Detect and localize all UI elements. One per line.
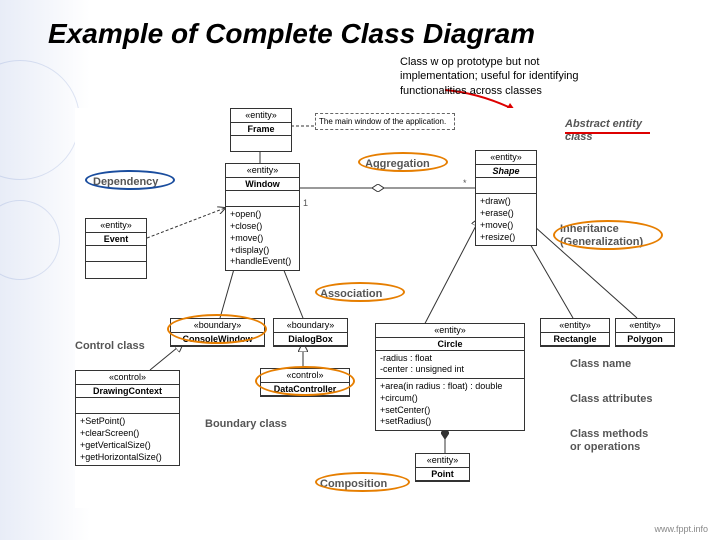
stereotype: «entity»	[416, 454, 469, 468]
stereotype: «entity»	[541, 319, 609, 333]
class-name: Polygon	[616, 333, 674, 346]
note-line: implementation; useful for identifying	[400, 70, 579, 82]
highlight-oval	[358, 152, 448, 172]
highlight-oval	[167, 314, 267, 344]
empty-section	[86, 262, 146, 278]
label-classname: Class name	[570, 358, 631, 370]
stereotype: «control»	[76, 371, 179, 385]
class-rectangle: «entity» Rectangle	[540, 318, 610, 347]
empty-section	[476, 178, 536, 195]
stereotype: «entity»	[616, 319, 674, 333]
highlight-oval	[255, 366, 355, 396]
operations: +draw() +erase() +move() +resize()	[476, 194, 536, 245]
footer-url: www.fppt.info	[654, 524, 708, 534]
stereotype: «entity»	[86, 219, 146, 233]
operations: +area(in radius : float) : double +circu…	[376, 379, 524, 430]
class-circle: «entity» Circle -radius : float -center …	[375, 323, 525, 431]
class-polygon: «entity» Polygon	[615, 318, 675, 347]
highlight-oval	[315, 282, 405, 302]
class-point: «entity» Point	[415, 453, 470, 482]
empty-section	[226, 191, 299, 208]
annotation-note: Class w op prototype but not implementat…	[400, 55, 630, 98]
label-boundary: Boundary class	[205, 418, 287, 430]
class-shape: «entity» Shape +draw() +erase() +move() …	[475, 150, 537, 246]
multiplicity: 1	[303, 198, 308, 208]
class-frame: «entity» Frame	[230, 108, 292, 152]
operations: +open() +close() +move() +display() +han…	[226, 207, 299, 269]
class-name: DialogBox	[274, 333, 347, 346]
operations: +SetPoint() +clearScreen() +getVerticalS…	[76, 414, 179, 465]
class-name: Circle	[376, 338, 524, 351]
uml-comment: The main window of the application.	[315, 113, 455, 130]
empty-section	[231, 136, 291, 152]
label-control: Control class	[75, 340, 145, 352]
stereotype: «entity»	[376, 324, 524, 338]
class-window: «entity» Window +open() +close() +move()…	[225, 163, 300, 271]
note-line: Class w op prototype but not	[400, 56, 539, 68]
class-name: DrawingContext	[76, 385, 179, 398]
page-title: Example of Complete Class Diagram	[48, 18, 535, 50]
class-name: Window	[226, 178, 299, 191]
highlight-oval	[553, 220, 663, 250]
class-name: Point	[416, 468, 469, 481]
note-line: functionalities across classes	[400, 85, 542, 97]
stereotype: «entity»	[226, 164, 299, 178]
attributes: -radius : float -center : unsigned int	[376, 351, 524, 379]
empty-section	[76, 398, 179, 415]
red-underline	[565, 132, 650, 134]
class-name: Event	[86, 233, 146, 246]
class-name: Shape	[476, 165, 536, 178]
empty-section	[86, 246, 146, 263]
class-drawingcontext: «control» DrawingContext +SetPoint() +cl…	[75, 370, 180, 466]
class-name: Frame	[231, 123, 291, 136]
class-dialogbox: «boundary» DialogBox	[273, 318, 348, 347]
highlight-oval	[315, 472, 410, 492]
class-event: «entity» Event	[85, 218, 147, 279]
stereotype: «boundary»	[274, 319, 347, 333]
stereotype: «entity»	[476, 151, 536, 165]
label-classops: Class methods or operations	[570, 428, 648, 454]
class-name: Rectangle	[541, 333, 609, 346]
multiplicity: *	[463, 178, 467, 188]
highlight-oval	[85, 170, 175, 190]
stereotype: «entity»	[231, 109, 291, 123]
label-classattr: Class attributes	[570, 393, 653, 405]
uml-diagram: «entity» Frame The main window of the ap…	[75, 108, 685, 508]
